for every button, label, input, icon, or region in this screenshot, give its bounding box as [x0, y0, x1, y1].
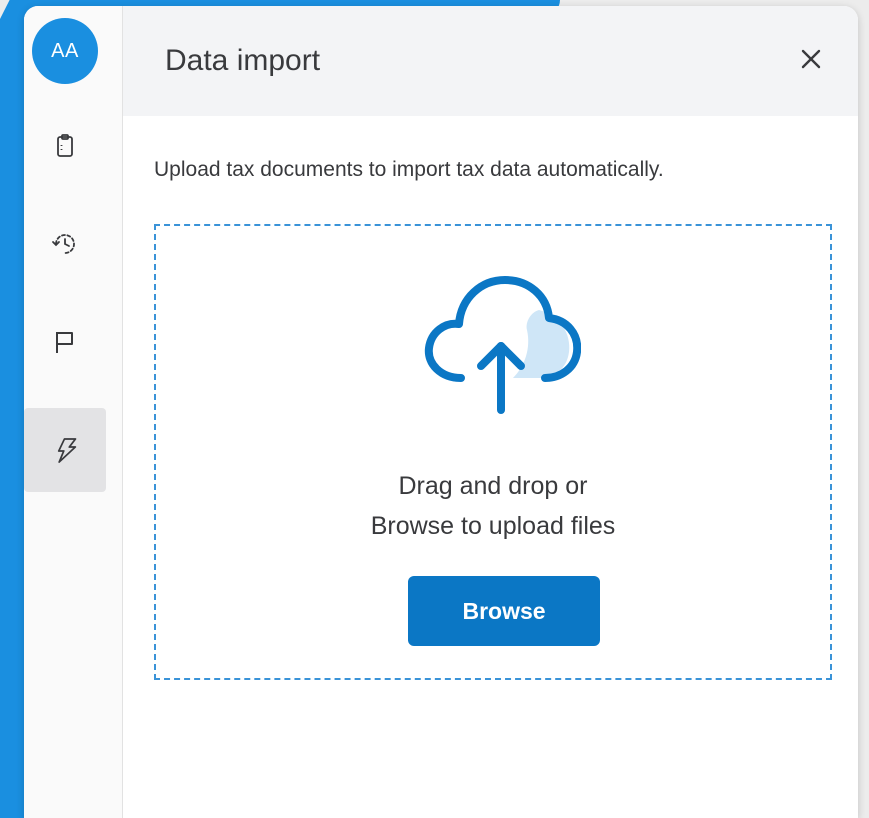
flag-icon — [56, 332, 73, 353]
upload-dropzone[interactable]: Drag and drop or Browse to upload files … — [154, 224, 832, 680]
dropzone-line-2: Browse to upload files — [370, 512, 616, 540]
avatar[interactable]: AA — [32, 18, 98, 84]
rail-item-lightning[interactable] — [24, 408, 106, 492]
panel-title: Data import — [165, 44, 321, 77]
lightning-icon — [57, 438, 77, 463]
close-icon[interactable] — [796, 44, 826, 74]
dropzone-instructions: Drag and drop or Browse to upload files — [156, 466, 830, 546]
side-rail: AA — [24, 6, 123, 818]
cloud-upload-icon — [424, 276, 581, 414]
history-icon — [52, 234, 75, 254]
rail-item-history[interactable] — [24, 202, 106, 286]
avatar-initials: AA — [51, 39, 79, 62]
panel-header: Data import — [123, 6, 858, 116]
browse-button[interactable]: Browse — [408, 576, 600, 646]
rail-item-flag[interactable] — [24, 300, 106, 384]
clipboard-icon — [57, 134, 73, 157]
rail-item-clipboard[interactable] — [24, 104, 106, 188]
panel-description: Upload tax documents to import tax data … — [154, 158, 664, 181]
data-import-window: AA Data import Upload tax documents to i… — [24, 6, 858, 818]
dropzone-line-1: Drag and drop or — [398, 472, 588, 500]
